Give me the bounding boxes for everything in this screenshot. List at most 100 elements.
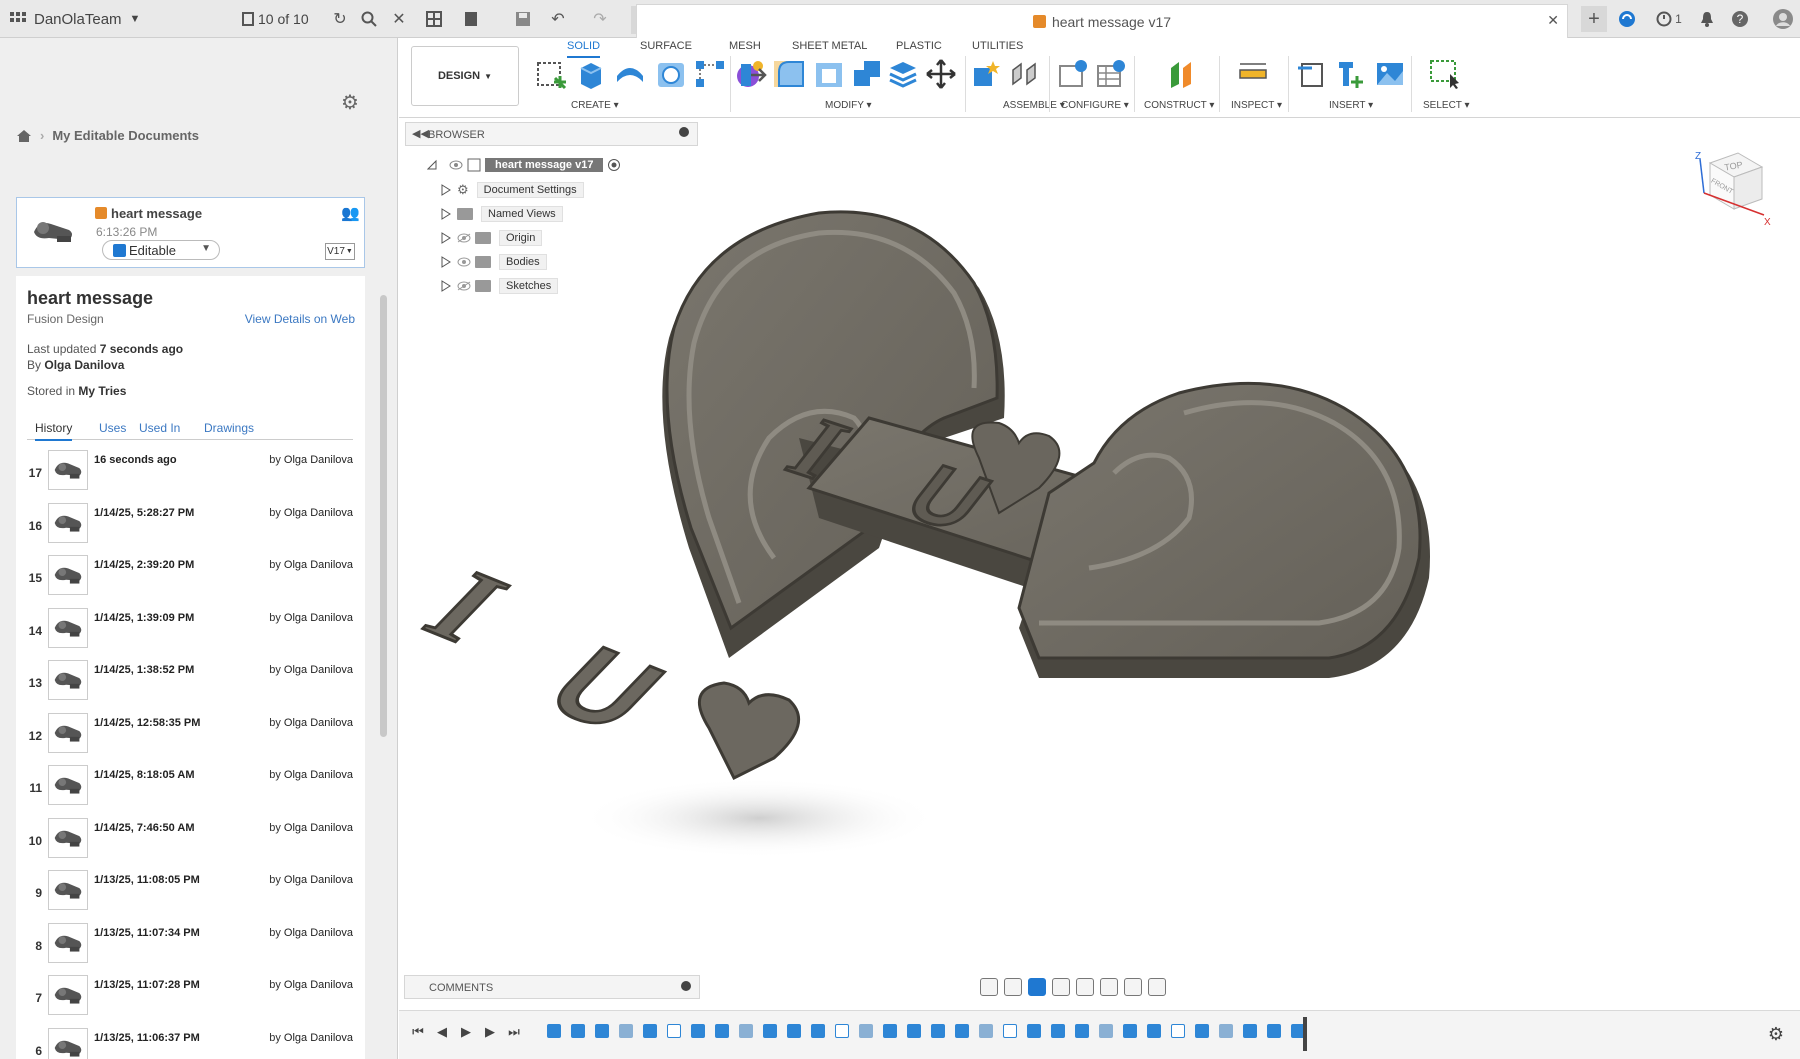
grid-icon[interactable] — [424, 9, 444, 29]
gear-icon[interactable]: ⚙ — [341, 90, 359, 115]
timeline-feature[interactable] — [883, 1024, 897, 1038]
create-group-label[interactable]: CREATE ▾ — [571, 100, 619, 111]
assemble-group-label[interactable]: ASSEMBLE ▾ — [1003, 100, 1065, 111]
new-component-icon[interactable] — [971, 58, 1003, 90]
activate-radio-icon[interactable] — [607, 158, 621, 172]
insert-mcmaster-icon[interactable] — [1335, 58, 1367, 90]
view-cube[interactable]: TOP FRONT Z X — [1690, 145, 1774, 229]
save-icon[interactable] — [513, 9, 533, 29]
tab-used-in[interactable]: Used In — [139, 421, 180, 435]
workspace-switcher[interactable]: DESIGN ▼ — [411, 46, 519, 106]
timeline-feature[interactable] — [715, 1024, 729, 1038]
revolve-icon[interactable] — [614, 58, 646, 90]
history-row[interactable]: 14 1/14/25, 1:39:09 PM by Olga Danilova — [16, 606, 356, 658]
insert-derive-icon[interactable] — [1296, 58, 1328, 90]
doc-counter[interactable]: 10 of 10 — [242, 0, 309, 38]
timeline-feature[interactable] — [595, 1024, 609, 1038]
combine-icon[interactable] — [851, 58, 883, 90]
tab-plastic[interactable]: PLASTIC — [896, 40, 942, 52]
expand-right-icon[interactable] — [441, 232, 451, 244]
timeline-feature[interactable] — [1099, 1024, 1113, 1038]
browser-node[interactable]: ⚙ Document Settings — [441, 182, 584, 198]
fillet-icon[interactable] — [775, 58, 807, 90]
eye-icon[interactable] — [457, 257, 471, 267]
viewports-icon[interactable] — [1148, 978, 1166, 996]
timeline-feature[interactable] — [619, 1024, 633, 1038]
configure-icon[interactable] — [1057, 58, 1089, 90]
history-row[interactable]: 10 1/14/25, 7:46:50 AM by Olga Danilova — [16, 816, 356, 868]
timeline-feature[interactable] — [811, 1024, 825, 1038]
timeline-feature[interactable] — [1051, 1024, 1065, 1038]
timeline-feature[interactable] — [1219, 1024, 1233, 1038]
tab-drawings[interactable]: Drawings — [204, 421, 254, 435]
play-icon[interactable]: ▶ — [459, 1024, 473, 1039]
history-row[interactable]: 12 1/14/25, 12:58:35 PM by Olga Danilova — [16, 711, 356, 763]
move-icon[interactable] — [925, 58, 957, 90]
history-row[interactable]: 11 1/14/25, 8:18:05 AM by Olga Danilova — [16, 763, 356, 815]
user-avatar-icon[interactable] — [1773, 9, 1793, 29]
create-sketch-icon[interactable] — [535, 58, 567, 90]
step-back-icon[interactable]: ◀ — [435, 1024, 449, 1039]
timeline-feature[interactable] — [1075, 1024, 1089, 1038]
zoom-icon[interactable] — [1052, 978, 1070, 996]
history-row[interactable]: 13 1/14/25, 1:38:52 PM by Olga Danilova — [16, 658, 356, 710]
share-icon[interactable]: 👥 — [341, 204, 360, 222]
redo-icon[interactable]: ↷ — [590, 9, 610, 29]
step-forward-icon[interactable]: ▶ — [483, 1024, 497, 1039]
eye-icon[interactable] — [449, 160, 463, 170]
history-row[interactable]: 8 1/13/25, 11:07:34 PM by Olga Danilova — [16, 921, 356, 973]
select-icon[interactable] — [1428, 58, 1460, 90]
refresh-icon[interactable]: ↻ — [330, 9, 350, 29]
tab-mesh[interactable]: MESH — [729, 40, 761, 52]
tab-history[interactable]: History — [35, 421, 73, 441]
timeline-feature[interactable] — [979, 1024, 993, 1038]
undo-icon[interactable]: ↶ — [548, 9, 568, 29]
timeline-feature[interactable] — [931, 1024, 945, 1038]
expand-right-icon[interactable] — [441, 256, 451, 268]
pattern-icon[interactable] — [694, 58, 726, 90]
eye-hidden-icon[interactable] — [457, 233, 471, 243]
timeline-feature[interactable] — [739, 1024, 753, 1038]
grid-settings-icon[interactable] — [1124, 978, 1142, 996]
timeline-feature[interactable] — [787, 1024, 801, 1038]
file-menu-icon[interactable] — [461, 9, 481, 29]
timeline-feature[interactable] — [859, 1024, 873, 1038]
version-dropdown[interactable]: V17 ▼ — [325, 243, 355, 260]
sync-icon[interactable] — [1617, 9, 1637, 29]
view-details-link[interactable]: View Details on Web — [245, 312, 355, 326]
timeline-feature[interactable] — [955, 1024, 969, 1038]
close-icon[interactable]: ✕ — [389, 9, 409, 29]
timeline-feature[interactable] — [643, 1024, 657, 1038]
add-comment-icon[interactable] — [681, 981, 691, 991]
team-selector[interactable]: DanOlaTeam ▼ — [34, 0, 140, 38]
pan-icon[interactable] — [1028, 978, 1046, 996]
minimize-icon[interactable] — [679, 127, 689, 137]
new-tab-icon[interactable]: + — [1581, 6, 1607, 32]
breadcrumb-folder[interactable]: My Editable Documents — [52, 128, 199, 143]
eye-hidden-icon[interactable] — [457, 281, 471, 291]
history-row[interactable]: 9 1/13/25, 11:08:05 PM by Olga Danilova — [16, 868, 356, 920]
timeline-feature[interactable] — [907, 1024, 921, 1038]
timeline-feature[interactable] — [763, 1024, 777, 1038]
expand-down-icon[interactable] — [427, 159, 437, 171]
browser-node[interactable]: Bodies — [441, 254, 547, 270]
close-tab-icon[interactable]: ✕ — [1547, 12, 1559, 29]
timeline-feature[interactable] — [691, 1024, 705, 1038]
timeline-feature[interactable] — [547, 1024, 561, 1038]
replace-face-icon[interactable] — [887, 58, 919, 90]
job-status[interactable]: 1 — [1652, 9, 1686, 29]
insert-canvas-icon[interactable] — [1374, 58, 1406, 90]
press-pull-icon[interactable] — [737, 58, 769, 90]
go-to-end-icon[interactable]: ⏭ — [507, 1024, 521, 1039]
right-heart-half[interactable] — [1017, 381, 1430, 678]
construct-group-label[interactable]: CONSTRUCT ▾ — [1144, 100, 1214, 111]
configure-group-label[interactable]: CONFIGURE ▾ — [1061, 100, 1129, 111]
display-settings-icon[interactable] — [1100, 978, 1118, 996]
bell-icon[interactable] — [1697, 9, 1717, 29]
timeline-feature[interactable] — [1003, 1024, 1017, 1038]
history-row[interactable]: 7 1/13/25, 11:07:28 PM by Olga Danilova — [16, 973, 356, 1025]
document-card[interactable]: heart message 👥 6:13:26 PM Editable ▼ V1… — [16, 197, 365, 268]
scrollbar[interactable] — [380, 295, 387, 737]
tab-surface[interactable]: SURFACE — [640, 40, 692, 52]
browser-node[interactable]: Sketches — [441, 278, 559, 294]
